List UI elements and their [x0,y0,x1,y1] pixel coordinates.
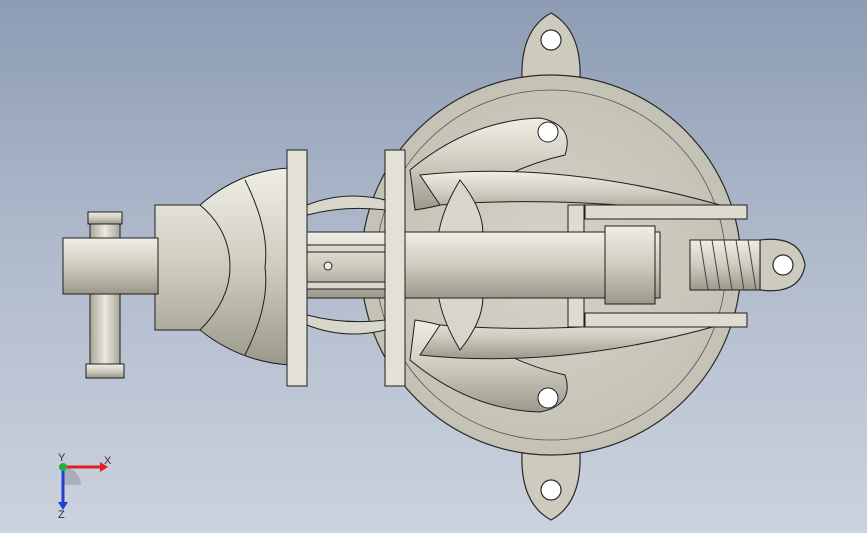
input-shaft[interactable] [62,211,159,379]
y-axis-dot-icon [59,463,67,471]
central-shaft[interactable] [299,225,661,305]
x-axis-label: X [104,455,112,467]
cad-model-view[interactable] [0,0,867,533]
flange-right[interactable] [384,149,406,387]
tapered-housing[interactable] [154,167,291,366]
threaded-screw[interactable] [689,239,761,291]
y-axis-label: Y [58,452,66,464]
3d-viewport[interactable]: X Y Z [0,0,867,533]
flange-left[interactable] [286,149,308,387]
z-axis-label: Z [58,509,65,520]
coordinate-triad: X Y Z [58,452,112,520]
